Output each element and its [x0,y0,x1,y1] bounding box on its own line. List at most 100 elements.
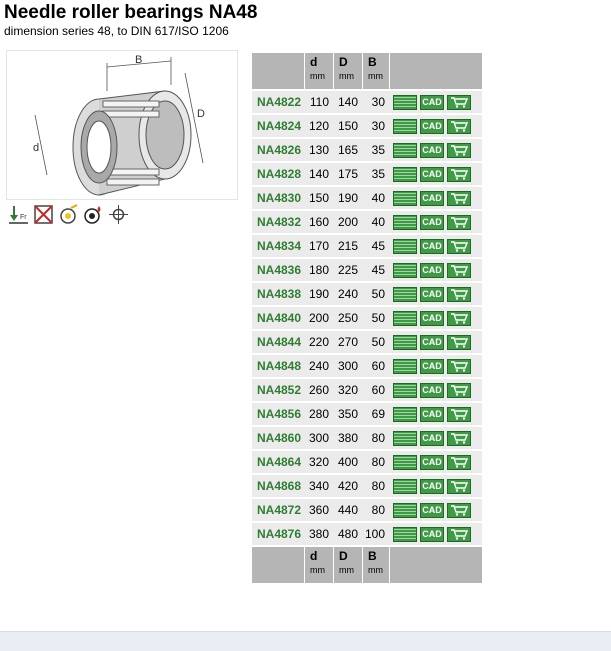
data-sheet-button[interactable] [393,478,417,494]
designation-link[interactable]: NA4840 [252,307,304,329]
cad-button[interactable]: CAD [420,310,444,326]
cell-d: 110 [304,91,333,113]
footer-d-symbol: d [310,549,318,563]
designation-link[interactable]: NA4822 [252,91,304,113]
cart-button[interactable] [447,526,471,542]
cart-button[interactable] [447,358,471,374]
cart-button[interactable] [447,382,471,398]
data-sheet-button[interactable] [393,430,417,446]
data-sheet-button[interactable] [393,334,417,350]
designation-link[interactable]: NA4830 [252,187,304,209]
cad-button[interactable]: CAD [420,166,444,182]
data-sheet-button[interactable] [393,358,417,374]
cad-button[interactable]: CAD [420,94,444,110]
data-sheet-button[interactable] [393,526,417,542]
data-sheet-button[interactable] [393,118,417,134]
cart-button[interactable] [447,334,471,350]
data-sheet-button[interactable] [393,310,417,326]
designation-link[interactable]: NA4872 [252,499,304,521]
drawing-label-D: D [197,108,205,120]
designation-link[interactable]: NA4864 [252,451,304,473]
cart-button[interactable] [447,286,471,302]
cad-button[interactable]: CAD [420,358,444,374]
cad-button[interactable]: CAD [420,142,444,158]
designation-link[interactable]: NA4836 [252,259,304,281]
cad-button[interactable]: CAD [420,286,444,302]
data-sheet-button[interactable] [393,142,417,158]
data-sheet-button[interactable] [393,286,417,302]
cell-D: 270 [333,331,362,353]
bearing-table: d mm D mm B mm NA4822 110 140 30 CAD NA4824 12… [252,51,482,585]
designation-link[interactable]: NA4826 [252,139,304,161]
cad-button[interactable]: CAD [420,382,444,398]
cell-B: 80 [362,451,389,473]
cart-icon [451,456,468,468]
cad-button[interactable]: CAD [420,214,444,230]
data-sheet-button[interactable] [393,166,417,182]
cell-B: 50 [362,283,389,305]
cad-button[interactable]: CAD [420,526,444,542]
designation-link[interactable]: NA4832 [252,211,304,233]
cart-button[interactable] [447,142,471,158]
cart-button[interactable] [447,238,471,254]
designation-link[interactable]: NA4848 [252,355,304,377]
designation-link[interactable]: NA4828 [252,163,304,185]
designation-link[interactable]: NA4876 [252,523,304,545]
data-sheet-button[interactable] [393,262,417,278]
designation-link[interactable]: NA4824 [252,115,304,137]
cart-button[interactable] [447,118,471,134]
cart-button[interactable] [447,262,471,278]
cad-button[interactable]: CAD [420,406,444,422]
cart-button[interactable] [447,502,471,518]
header-D-unit: mm [339,71,354,81]
row-actions: CAD [389,115,482,137]
drawing-label-B: B [135,54,142,66]
cad-button[interactable]: CAD [420,430,444,446]
designation-link[interactable]: NA4860 [252,427,304,449]
data-sheet-button[interactable] [393,406,417,422]
data-sheet-button[interactable] [393,382,417,398]
cell-D: 350 [333,403,362,425]
cell-D: 190 [333,187,362,209]
cell-D: 165 [333,139,362,161]
cad-button[interactable]: CAD [420,502,444,518]
row-actions: CAD [389,283,482,305]
data-sheet-button[interactable] [393,190,417,206]
cad-button[interactable]: CAD [420,454,444,470]
data-sheet-button[interactable] [393,214,417,230]
table-row: NA4860 300 380 80 CAD [252,427,482,449]
table-row: NA4872 360 440 80 CAD [252,499,482,521]
cad-button[interactable]: CAD [420,262,444,278]
cad-button[interactable]: CAD [420,118,444,134]
designation-link[interactable]: NA4868 [252,475,304,497]
cart-button[interactable] [447,166,471,182]
designation-link[interactable]: NA4844 [252,331,304,353]
cell-B: 50 [362,331,389,353]
cart-icon [451,168,468,180]
cad-button[interactable]: CAD [420,190,444,206]
cad-button[interactable]: CAD [420,334,444,350]
data-sheet-button[interactable] [393,454,417,470]
cart-button[interactable] [447,94,471,110]
designation-link[interactable]: NA4838 [252,283,304,305]
cart-button[interactable] [447,406,471,422]
cart-button[interactable] [447,430,471,446]
drawing-label-d: d [33,142,39,154]
data-sheet-button[interactable] [393,238,417,254]
designation-link[interactable]: NA4852 [252,379,304,401]
data-sheet-button[interactable] [393,94,417,110]
cart-button[interactable] [447,190,471,206]
cad-button[interactable]: CAD [420,238,444,254]
data-sheet-button[interactable] [393,502,417,518]
cad-button[interactable]: CAD [420,478,444,494]
axial-load-label: Fr [20,214,27,221]
designation-link[interactable]: NA4834 [252,235,304,257]
cart-button[interactable] [447,214,471,230]
table-row: NA4822 110 140 30 CAD [252,91,482,113]
cart-button[interactable] [447,478,471,494]
cart-button[interactable] [447,454,471,470]
page-subtitle: dimension series 48, to DIN 617/ISO 1206 [4,24,229,38]
designation-link[interactable]: NA4856 [252,403,304,425]
cell-D: 320 [333,379,362,401]
cart-button[interactable] [447,310,471,326]
